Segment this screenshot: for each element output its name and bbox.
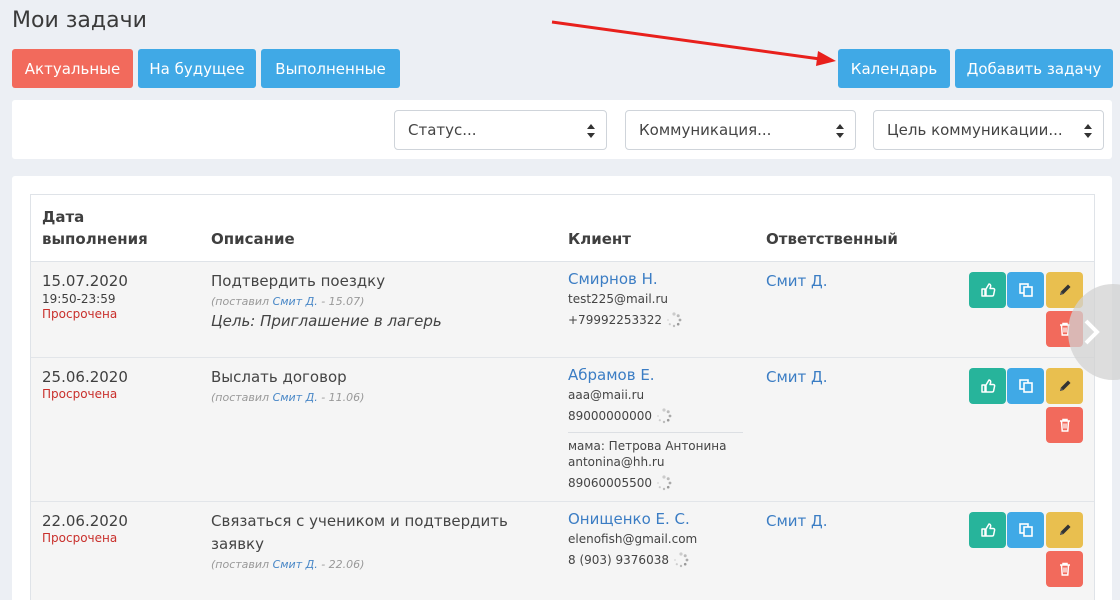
responsible-link[interactable]: Смит Д. bbox=[766, 368, 828, 386]
header-responsible: Ответственный bbox=[766, 230, 898, 248]
relative-phone: 89060005500 bbox=[568, 476, 652, 490]
pencil-icon bbox=[1059, 380, 1070, 391]
client-name-link[interactable]: Смирнов Н. bbox=[568, 270, 682, 288]
copy-button[interactable] bbox=[1007, 272, 1044, 308]
copy-icon bbox=[1018, 283, 1033, 297]
content-panel: Дата выполнения Описание Клиент Ответств… bbox=[12, 176, 1112, 600]
divider bbox=[568, 432, 743, 433]
complete-button[interactable] bbox=[969, 368, 1006, 404]
page-title: Мои задачи bbox=[12, 8, 147, 33]
filter-panel: Статус... Коммуникация... Цель коммуника… bbox=[12, 100, 1112, 159]
task-author-link[interactable]: Смит Д. bbox=[273, 295, 318, 308]
communication-select[interactable]: Коммуникация... bbox=[625, 110, 856, 150]
relative-email: antonina@hh.ru bbox=[568, 455, 665, 469]
edit-button[interactable] bbox=[1046, 368, 1083, 404]
task-meta: (поставил Смит Д. - 22.06) bbox=[211, 558, 365, 571]
spinner-icon bbox=[667, 312, 682, 328]
status-select[interactable]: Статус... bbox=[394, 110, 607, 150]
copy-icon bbox=[1018, 379, 1033, 393]
spinner-icon bbox=[673, 552, 689, 568]
client-phone: +79992253322 bbox=[568, 313, 663, 327]
client-name-link[interactable]: Абрамов Е. bbox=[568, 366, 743, 384]
pencil-icon bbox=[1059, 284, 1070, 295]
complete-button[interactable] bbox=[969, 512, 1006, 548]
communication-select-value: Коммуникация... bbox=[639, 121, 772, 139]
due-time: 19:50-23:59 bbox=[42, 292, 116, 306]
communication-goal-select-value: Цель коммуникации... bbox=[887, 121, 1063, 139]
status-label: Просрочена bbox=[42, 307, 118, 321]
task-description: Связаться с учеником и подтвердить заявк… bbox=[211, 512, 508, 553]
thumbs-up-icon bbox=[980, 523, 995, 537]
task-description: Выслать договор bbox=[211, 368, 347, 386]
thumbs-up-icon bbox=[980, 379, 995, 393]
task-goal: Цель: Приглашение в лагерь bbox=[211, 312, 442, 330]
task-meta: (поставил Смит Д. - 15.07) bbox=[211, 295, 365, 308]
status-label: Просрочена bbox=[42, 531, 118, 545]
table-row: 25.06.2020 Просрочена Выслать договор (п… bbox=[31, 358, 1094, 502]
complete-button[interactable] bbox=[969, 272, 1006, 308]
due-date: 22.06.2020 bbox=[42, 512, 128, 530]
task-meta: (поставил Смит Д. - 11.06) bbox=[211, 391, 365, 404]
add-task-button[interactable]: Добавить задачу bbox=[955, 49, 1113, 88]
client-name-link[interactable]: Онищенко Е. С. bbox=[568, 510, 697, 528]
tab-actual[interactable]: Актуальные bbox=[12, 49, 133, 88]
select-arrows-icon bbox=[1084, 124, 1092, 138]
table-row: 22.06.2020 Просрочена Связаться с ученик… bbox=[31, 502, 1094, 600]
header-client: Клиент bbox=[568, 230, 631, 248]
responsible-link[interactable]: Смит Д. bbox=[766, 512, 828, 530]
tab-done[interactable]: Выполненные bbox=[261, 49, 400, 88]
thumbs-up-icon bbox=[980, 283, 995, 297]
client-email: elenofish@gmail.com bbox=[568, 532, 698, 546]
select-arrows-icon bbox=[587, 124, 595, 138]
pencil-icon bbox=[1059, 524, 1070, 535]
delete-button[interactable] bbox=[1046, 407, 1083, 443]
trash-icon bbox=[1059, 418, 1070, 432]
due-date: 25.06.2020 bbox=[42, 368, 128, 386]
client-email: aaa@maii.ru bbox=[568, 388, 645, 402]
responsible-link[interactable]: Смит Д. bbox=[766, 272, 828, 290]
client-phone: 8 (903) 9376038 bbox=[568, 553, 669, 567]
edit-button[interactable] bbox=[1046, 512, 1083, 548]
due-date: 15.07.2020 bbox=[42, 272, 128, 290]
select-arrows-icon bbox=[836, 124, 844, 138]
client-phone: 89000000000 bbox=[568, 409, 652, 423]
client-email: test225@mail.ru bbox=[568, 292, 669, 306]
header-description: Описание bbox=[211, 230, 295, 248]
relative-label: мама: Петрова Антонина bbox=[568, 439, 727, 453]
spinner-icon bbox=[656, 408, 672, 424]
delete-button[interactable] bbox=[1046, 551, 1083, 587]
copy-icon bbox=[1018, 523, 1033, 537]
status-label: Просрочена bbox=[42, 387, 118, 401]
status-select-value: Статус... bbox=[408, 121, 477, 139]
header-date: Дата выполнения bbox=[42, 208, 148, 248]
chevron-right-icon bbox=[1084, 319, 1100, 345]
tab-future[interactable]: На будущее bbox=[138, 49, 256, 88]
table-header: Дата выполнения Описание Клиент Ответств… bbox=[31, 195, 1094, 262]
tasks-table: Дата выполнения Описание Клиент Ответств… bbox=[30, 194, 1095, 600]
task-author-link[interactable]: Смит Д. bbox=[273, 558, 318, 571]
calendar-button[interactable]: Календарь bbox=[838, 49, 950, 88]
trash-icon bbox=[1059, 562, 1070, 576]
spinner-icon bbox=[656, 475, 672, 491]
task-description: Подтвердить поездку bbox=[211, 272, 386, 290]
copy-button[interactable] bbox=[1007, 368, 1044, 404]
copy-button[interactable] bbox=[1007, 512, 1044, 548]
communication-goal-select[interactable]: Цель коммуникации... bbox=[873, 110, 1104, 150]
task-author-link[interactable]: Смит Д. bbox=[273, 391, 318, 404]
table-row: 15.07.2020 19:50-23:59 Просрочена Подтве… bbox=[31, 262, 1094, 358]
